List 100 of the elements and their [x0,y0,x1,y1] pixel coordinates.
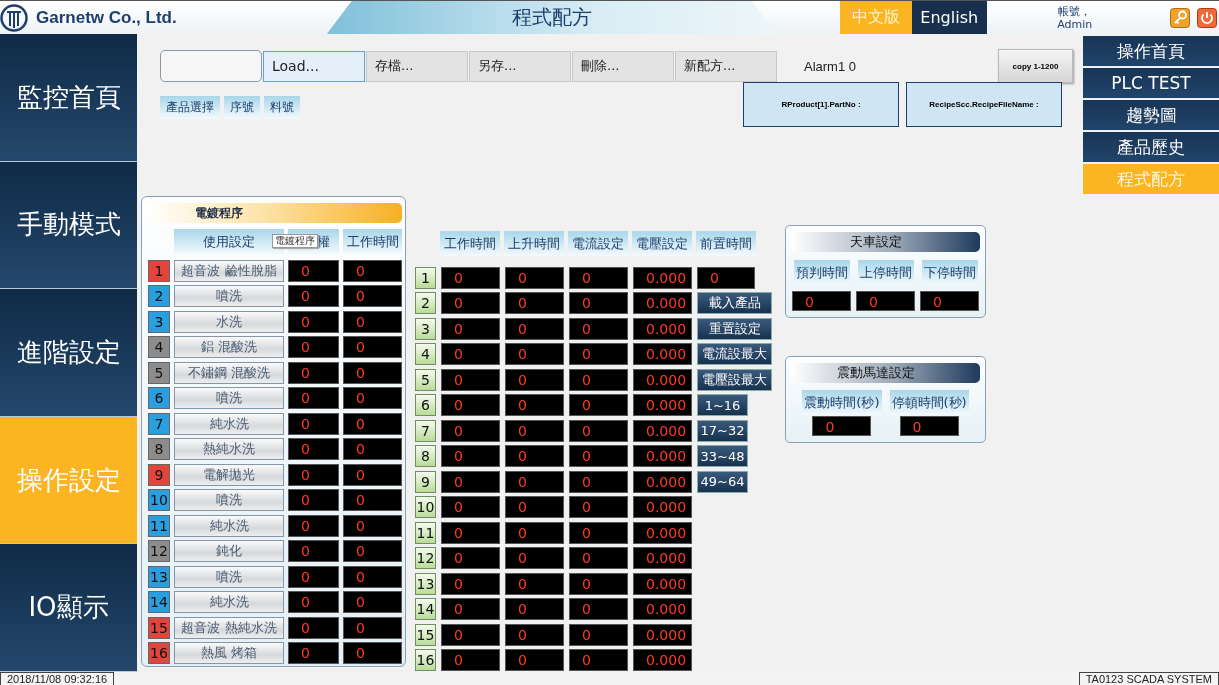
power-icon[interactable] [1197,7,1217,28]
step-number: 4 [148,336,170,358]
step-number: 5 [148,361,170,384]
nav-item[interactable]: 進階設定 [0,289,137,417]
copy-button[interactable]: copy 1-1200 [998,49,1073,83]
value-display: 0 [441,623,500,646]
value-display: 0 [505,292,564,314]
action-button[interactable]: 33~48 [697,445,748,467]
value-display: 0 [343,642,402,664]
value-display: 0 [288,412,339,435]
step-button[interactable]: 噴洗 [174,285,284,307]
value-display: 0.000 [633,317,692,340]
value-display: 0 [505,623,564,646]
step-number: 16 [148,642,170,664]
tab-button[interactable]: 序號 [224,96,260,119]
step-number: 7 [148,412,170,435]
toolbar-button[interactable]: 存檔... [366,50,468,82]
step-number: 10 [148,489,170,511]
tab-button[interactable]: 產品選擇 [160,96,220,119]
value-display: 0 [569,649,628,671]
step-button[interactable]: 鈍化 [174,540,284,562]
step-number: 9 [148,463,170,486]
nav-item[interactable]: 監控首頁 [0,34,137,162]
row-number: 11 [415,521,436,544]
nav-item[interactable]: 趨勢圖 [1083,100,1219,130]
value-display: 0 [441,470,500,493]
action-button[interactable]: 49~64 [697,470,748,493]
value-display: 0 [569,368,628,391]
tab-button[interactable]: 料號 [264,96,300,119]
page-title: 程式配方 [511,4,592,31]
toolbar-button[interactable]: 刪除... [572,50,674,82]
step-button[interactable]: 噴洗 [174,489,284,511]
row-number: 4 [415,343,436,365]
account-name: Admin [1057,17,1093,31]
value-display: 0 [343,591,402,613]
step-button[interactable]: 噴洗 [174,565,284,588]
value-display: 0 [441,521,500,544]
value-display: 0 [441,598,500,620]
value-display: 0 [569,343,628,365]
value-display: 0 [288,438,339,460]
action-button[interactable]: 17~32 [697,419,748,442]
toolbar-button[interactable]: 新配方... [675,50,777,82]
value-display: 0.000 [633,623,692,646]
action-button[interactable]: 1~16 [697,394,748,416]
step-button[interactable]: 熱風 烤箱 [174,642,284,664]
value-display: 0.000 [633,292,692,314]
value-display: 0 [569,445,628,467]
step-button[interactable]: 水洗 [174,310,284,333]
toolbar-button[interactable]: 另存... [469,50,571,82]
value-display: 0 [441,317,500,340]
value-display: 0.000 [633,649,692,671]
action-button[interactable]: 重置設定 [697,317,772,340]
key-icon[interactable] [1170,7,1190,28]
nav-item[interactable]: 手動模式 [0,161,137,290]
nav-item[interactable]: 產品歷史 [1083,132,1219,162]
value-display: 0 [288,642,339,664]
step-button[interactable]: 純水洗 [174,412,284,435]
value-display: 0 [441,368,500,391]
nav-item[interactable]: PLC TEST [1083,68,1219,98]
action-button[interactable]: 載入產品 [697,292,772,314]
step-button[interactable]: 電解拋光 [174,463,284,486]
value-display: 0 [505,649,564,671]
value-display: 0.000 [633,470,692,493]
step-button[interactable]: 噴洗 [174,387,284,409]
value-display: 0 [343,259,402,282]
step-button[interactable]: 鋁 混酸洗 [174,336,284,358]
action-button[interactable]: 電流設最大 [697,343,772,365]
value-display: 0 [505,445,564,467]
step-button[interactable]: 純水洗 [174,591,284,613]
value-display: 0 [288,616,339,639]
nav-item[interactable]: IO顯示 [0,544,137,672]
company-name: Garnetw Co., Ltd. [36,7,177,28]
step-button[interactable]: 不鏽鋼 混酸洗 [174,361,284,384]
value-display: 0 [441,292,500,314]
tooltip: 電鍍程序 [272,234,318,248]
value-display: 0 [343,565,402,588]
recipe-field[interactable] [160,50,262,82]
value-display: 0 [505,266,564,289]
language-button[interactable]: English [911,1,987,34]
step-button[interactable]: 熱純水洗 [174,438,284,460]
value-display: 0 [343,616,402,639]
nav-item[interactable]: 操作首頁 [1083,36,1219,66]
value-display: 0.000 [633,343,692,365]
value-display: 0 [441,394,500,416]
step-button[interactable]: 超音波 熱純水洗 [174,616,284,639]
value-display: 0 [441,419,500,442]
value-display: 0 [569,521,628,544]
row-number: 6 [415,394,436,416]
value-display: 0 [505,343,564,365]
value-display: 0 [441,496,500,518]
step-number: 3 [148,310,170,333]
panel-title: 天車設定 [849,233,902,251]
toolbar-button[interactable]: Load... [263,50,365,82]
step-button[interactable]: 純水洗 [174,514,284,537]
value-display: 0 [569,394,628,416]
step-number: 1 [148,259,170,282]
row-number: 9 [415,470,436,493]
value-display: 0 [441,266,500,289]
action-button[interactable]: 電壓設最大 [697,368,772,391]
step-button[interactable]: 超音波 鹼性脫脂 [174,259,284,282]
